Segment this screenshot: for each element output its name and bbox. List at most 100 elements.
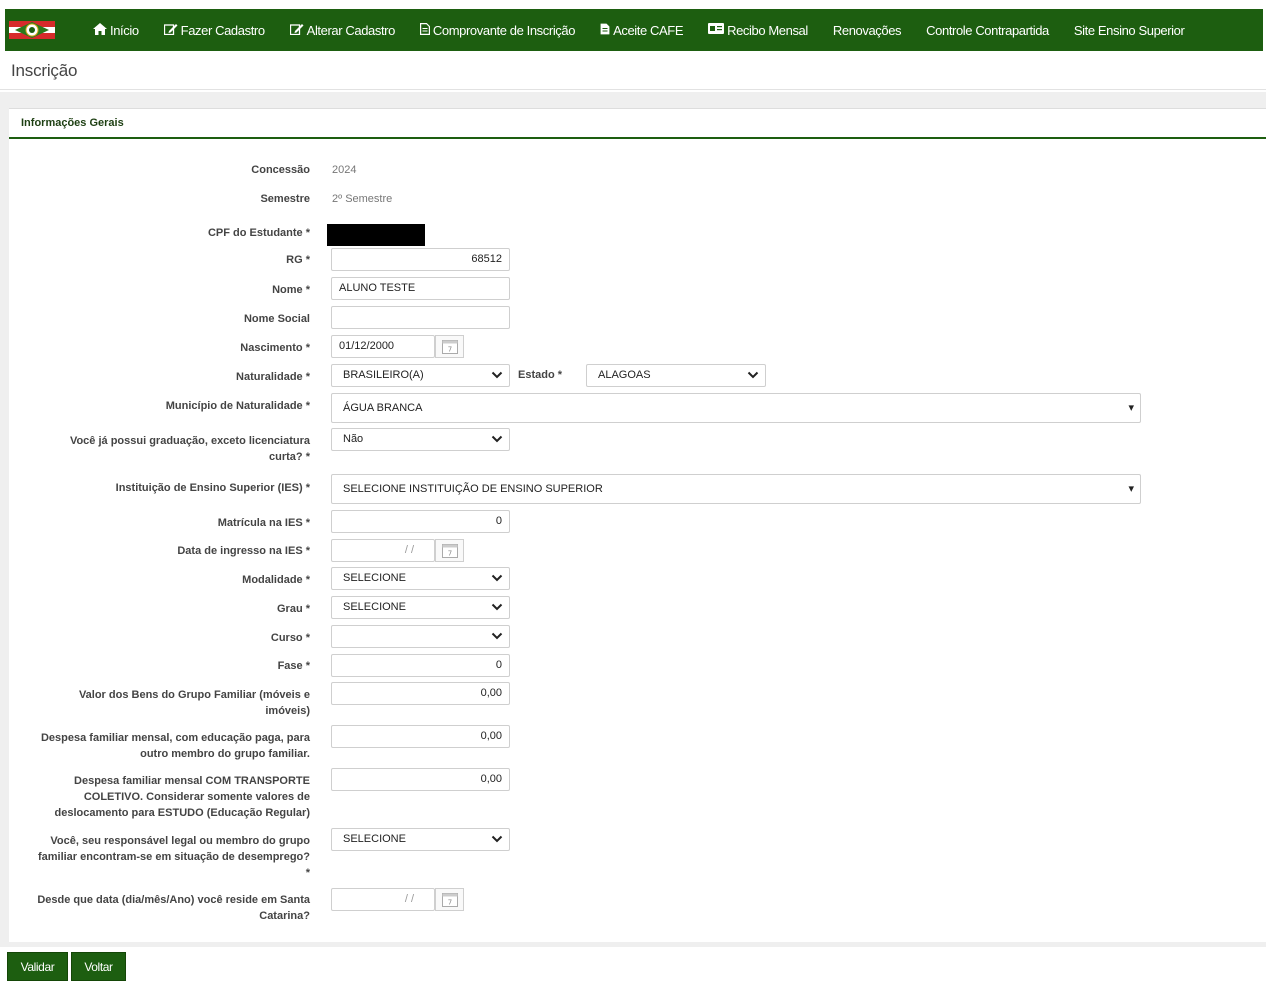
nav-alterar-cadastro[interactable]: Alterar Cadastro xyxy=(289,22,396,38)
voltar-button[interactable]: Voltar xyxy=(71,952,126,981)
dropdown-arrow-icon: ▾ xyxy=(1128,402,1134,414)
reside-label-line2: Catarina? xyxy=(259,910,310,922)
nav-renovacoes[interactable]: Renovações xyxy=(832,22,902,38)
despesa-educacao-label: Despesa familiar mensal, com educação pa… xyxy=(41,730,310,762)
nav-controle-contrapartida[interactable]: Controle Contrapartida xyxy=(926,23,1049,38)
desemprego-value: SELECIONE xyxy=(343,833,406,845)
nav-inicio[interactable]: Início xyxy=(93,22,139,38)
panel-title: Informações Gerais xyxy=(21,117,124,129)
reside-calendar-button[interactable]: 7 xyxy=(435,888,464,911)
estado-value: ALAGOAS xyxy=(598,369,651,381)
divider xyxy=(0,89,1266,90)
desemprego-label: Você, seu responsável legal ou membro do… xyxy=(38,833,310,881)
nav-site-ensino-superior[interactable]: Site Ensino Superior xyxy=(1074,23,1185,38)
edit-icon xyxy=(163,23,178,38)
nav-fazer-cadastro-label: Fazer Cadastro xyxy=(180,22,265,38)
calendar-icon: 7 xyxy=(441,340,458,354)
nascimento-label: Nascimento * xyxy=(240,342,310,354)
nascimento-input[interactable]: 01/12/2000 xyxy=(331,335,435,358)
file-icon xyxy=(419,22,430,38)
desemprego-label-line2: familiar encontram-se em situação de des… xyxy=(37,851,310,863)
nascimento-calendar-button[interactable]: 7 xyxy=(435,335,464,358)
municipio-label: Município de Naturalidade * xyxy=(165,400,310,412)
despesa-transporte-label: Despesa familiar mensal COM TRANSPORTE C… xyxy=(54,773,310,821)
svg-text:7: 7 xyxy=(447,899,451,907)
municipio-value: ÁGUA BRANCA xyxy=(343,402,423,414)
nav-renovacoes-label: Renovações xyxy=(832,22,902,38)
validar-button[interactable]: Validar xyxy=(7,952,68,981)
bens-label-line1: Valor dos Bens do Grupo Familiar (móveis… xyxy=(78,689,310,701)
despesa-educacao-input[interactable]: 0,00 xyxy=(331,725,510,748)
ies-select[interactable]: SELECIONE INSTITUIÇÃO DE ENSINO SUPERIOR… xyxy=(331,474,1141,504)
grau-label: Grau * xyxy=(276,603,310,615)
desemprego-select[interactable]: SELECIONE xyxy=(331,828,510,851)
estado-select[interactable]: ALAGOAS xyxy=(586,364,766,387)
curso-select[interactable] xyxy=(331,625,510,648)
rg-input[interactable]: 68512 xyxy=(331,248,510,271)
nav-inicio-label: Início xyxy=(110,22,139,38)
chevron-down-icon xyxy=(491,371,503,379)
nav-recibo-mensal[interactable]: Recibo Mensal xyxy=(708,23,808,38)
modalidade-select[interactable]: SELECIONE xyxy=(331,567,510,590)
top-nav: Início Fazer Cadastro Alterar Cadastro C… xyxy=(5,9,1263,51)
chevron-down-icon xyxy=(491,574,503,582)
graduacao-label-line1: Você já possui graduação, exceto licenci… xyxy=(69,435,310,447)
bens-input[interactable]: 0,00 xyxy=(331,682,510,705)
modalidade-value: SELECIONE xyxy=(343,572,406,584)
chevron-down-icon xyxy=(491,435,503,443)
graduacao-label-line2: curta? * xyxy=(269,451,310,463)
nav-fazer-cadastro[interactable]: Fazer Cadastro xyxy=(163,22,265,38)
fase-label: Fase * xyxy=(277,660,310,672)
graduacao-value: Não xyxy=(343,433,364,445)
modalidade-label: Modalidade * xyxy=(242,574,310,586)
matricula-input[interactable]: 0 xyxy=(331,510,510,533)
nav-comprovante-inscricao[interactable]: Comprovante de Inscrição xyxy=(419,22,575,38)
calendar-icon: 7 xyxy=(441,544,458,558)
ies-label: Instituição de Ensino Superior (IES) * xyxy=(115,482,310,494)
municipio-select[interactable]: ÁGUA BRANCA ▾ xyxy=(331,393,1141,423)
fase-input[interactable]: 0 xyxy=(331,654,510,677)
cpf-label: CPF do Estudante * xyxy=(207,227,310,239)
page-title: Inscrição xyxy=(11,61,78,80)
naturalidade-label: Naturalidade * xyxy=(236,371,310,383)
semestre-label: Semestre xyxy=(260,193,310,205)
despesa-transporte-label-line2: COLETIVO. Considerar somente valores de xyxy=(83,791,310,803)
desemprego-label-line3: * xyxy=(305,867,310,879)
naturalidade-select[interactable]: BRASILEIRO(A) xyxy=(331,364,510,387)
grau-value: SELECIONE xyxy=(343,601,406,613)
chevron-down-icon xyxy=(491,603,503,611)
nome-input[interactable]: ALUNO TESTE xyxy=(331,277,510,300)
rg-label: RG * xyxy=(286,254,310,266)
nome-label: Nome * xyxy=(272,284,310,296)
card-icon xyxy=(708,23,725,37)
bens-label-line2: imóveis) xyxy=(265,705,310,717)
cpf-redacted-value xyxy=(327,224,425,246)
ingresso-input[interactable]: / / xyxy=(331,539,435,562)
file-icon xyxy=(600,23,610,38)
nav-site-ensino-superior-label: Site Ensino Superior xyxy=(1073,22,1185,38)
nav-controle-contrapartida-label: Controle Contrapartida xyxy=(926,22,1049,38)
despesa-transporte-input[interactable]: 0,00 xyxy=(331,768,510,791)
curso-label: Curso * xyxy=(270,632,310,644)
nav-aceite-cafe[interactable]: Aceite CAFE xyxy=(600,23,683,38)
matricula-label: Matrícula na IES * xyxy=(217,517,310,529)
home-icon xyxy=(93,22,107,38)
reside-input[interactable]: / / xyxy=(331,888,435,911)
reside-label-line1: Desde que data (dia/mês/Ano) você reside… xyxy=(37,894,310,906)
ies-value: SELECIONE INSTITUIÇÃO DE ENSINO SUPERIOR xyxy=(343,483,603,495)
despesa-transporte-label-line3: deslocamento para ESTUDO (Educação Regul… xyxy=(54,807,310,819)
nav-alterar-cadastro-label: Alterar Cadastro xyxy=(306,22,396,38)
chevron-down-icon xyxy=(491,632,503,640)
ingresso-calendar-button[interactable]: 7 xyxy=(435,539,464,562)
semestre-value: 2º Semestre xyxy=(332,193,393,205)
concessao-value: 2024 xyxy=(332,164,357,176)
grau-select[interactable]: SELECIONE xyxy=(331,596,510,619)
ingresso-label: Data de ingresso na IES * xyxy=(177,545,310,557)
graduacao-select[interactable]: Não xyxy=(331,428,510,451)
dropdown-arrow-icon: ▾ xyxy=(1128,483,1134,495)
santa-catarina-flag-logo[interactable] xyxy=(9,14,55,46)
panel-header: Informações Gerais xyxy=(9,109,1266,139)
desemprego-label-line1: Você, seu responsável legal ou membro do… xyxy=(50,835,310,847)
nome-social-input[interactable] xyxy=(331,306,510,329)
despesa-educacao-label-line2: outro membro do grupo familiar. xyxy=(140,748,310,760)
